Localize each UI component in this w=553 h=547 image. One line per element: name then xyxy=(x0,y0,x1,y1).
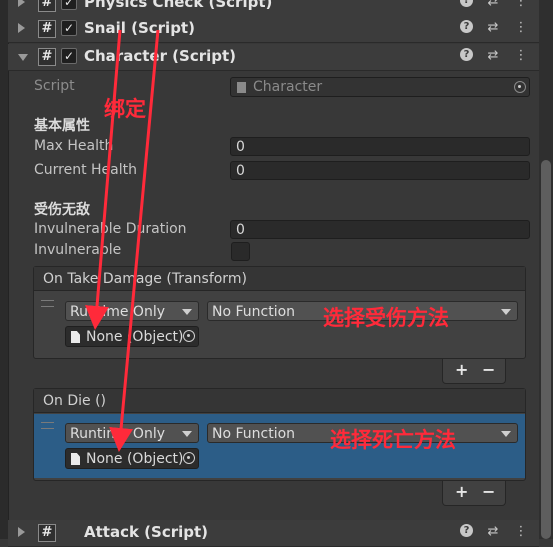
arrow-to-on-die-object xyxy=(109,29,160,452)
annotation-choose-death-method: 选择死亡方法 xyxy=(330,428,456,452)
arrow-to-take-damage-object xyxy=(85,29,122,330)
annotation-bind: 绑定 xyxy=(104,97,146,121)
annotation-arrows xyxy=(85,29,160,452)
annotation-choose-damage-method: 选择受伤方法 xyxy=(323,306,449,330)
